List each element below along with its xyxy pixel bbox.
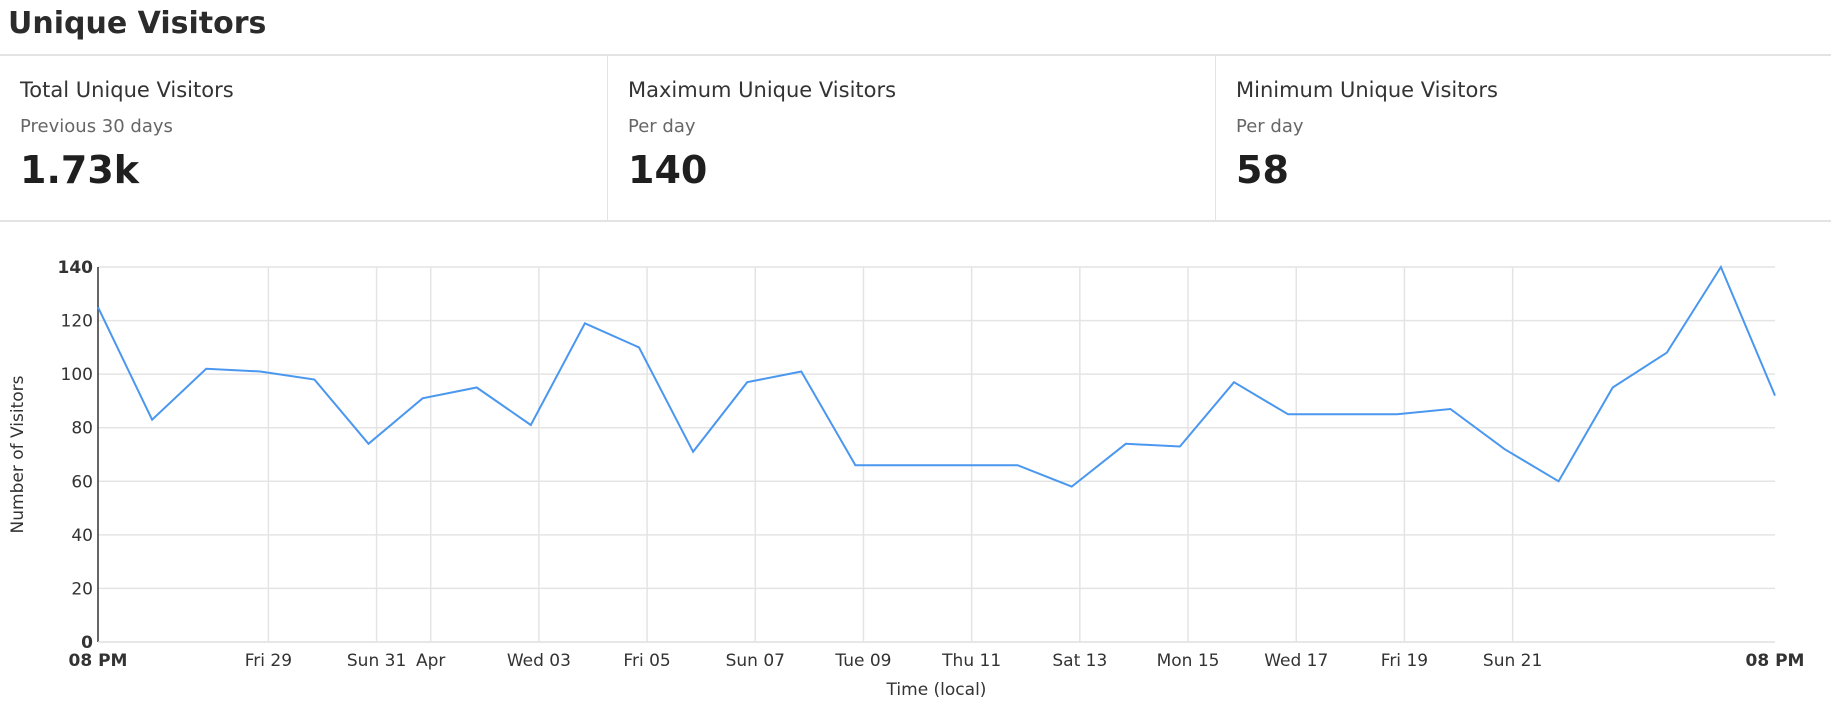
page-title: Unique Visitors xyxy=(8,6,267,41)
line-chart: 0 20 40 60 80 100 120 140 08 PM Fri 29 Sun 31 Apr W… xyxy=(8,258,1805,700)
x-tick-label: 08 PM xyxy=(1746,651,1805,671)
stat-label: Maximum Unique Visitors xyxy=(628,78,897,102)
x-tick-label: Apr xyxy=(416,651,445,671)
stat-value: 140 xyxy=(628,148,708,192)
x-tick-label: Wed 17 xyxy=(1264,651,1328,671)
x-tick-label: Thu 11 xyxy=(941,651,1001,671)
stat-value: 58 xyxy=(1236,148,1289,192)
x-axis-label: Time (local) xyxy=(886,680,987,700)
x-tick-label: Sun 07 xyxy=(726,651,785,671)
stat-card-total: Total Unique Visitors Previous 30 days 1… xyxy=(0,56,608,220)
y-tick-label: 60 xyxy=(71,472,93,492)
y-tick-label: 100 xyxy=(61,365,93,385)
y-tick-label: 20 xyxy=(71,579,93,599)
chart-grid xyxy=(98,266,1775,643)
stat-sublabel: Per day xyxy=(628,116,696,137)
y-tick-label: 140 xyxy=(58,258,94,278)
y-axis-label: Number of Visitors xyxy=(8,375,28,533)
chart-container: 0 20 40 60 80 100 120 140 08 PM Fri 29 Sun 31 Apr W… xyxy=(0,222,1831,708)
x-tick-label: Fri 05 xyxy=(623,651,670,671)
visitors-series-line xyxy=(97,264,1776,488)
x-tick-label: Fri 19 xyxy=(1381,651,1428,671)
x-tick-label: Mon 15 xyxy=(1157,651,1220,671)
x-tick-label: Wed 03 xyxy=(507,651,571,671)
stats-row: Total Unique Visitors Previous 30 days 1… xyxy=(0,56,1831,222)
x-tick-label: Sat 13 xyxy=(1052,651,1107,671)
stat-card-maximum: Maximum Unique Visitors Per day 140 xyxy=(608,56,1216,220)
stat-label: Minimum Unique Visitors xyxy=(1236,78,1498,102)
x-axis-ticks: 08 PM Fri 29 Sun 31 Apr Wed 03 Fri 05 Sun 07 Tu… xyxy=(69,651,1805,671)
y-tick-label: 40 xyxy=(71,526,93,546)
x-tick-label: Sun 31 xyxy=(347,651,406,671)
y-tick-label: 80 xyxy=(71,419,93,439)
y-tick-label: 0 xyxy=(81,633,93,653)
y-tick-label: 120 xyxy=(61,312,93,332)
stat-sublabel: Previous 30 days xyxy=(20,116,173,137)
stat-label: Total Unique Visitors xyxy=(20,78,234,102)
x-tick-label: Tue 09 xyxy=(834,651,891,671)
stat-value: 1.73k xyxy=(20,148,140,192)
y-axis-ticks: 0 20 40 60 80 100 120 140 xyxy=(58,258,94,653)
x-tick-label: Fri 29 xyxy=(245,651,292,671)
x-tick-label: 08 PM xyxy=(69,651,128,671)
header: Unique Visitors xyxy=(0,0,1831,56)
stat-sublabel: Per day xyxy=(1236,116,1304,137)
stat-card-minimum: Minimum Unique Visitors Per day 58 xyxy=(1216,56,1831,220)
x-tick-label: Sun 21 xyxy=(1483,651,1542,671)
